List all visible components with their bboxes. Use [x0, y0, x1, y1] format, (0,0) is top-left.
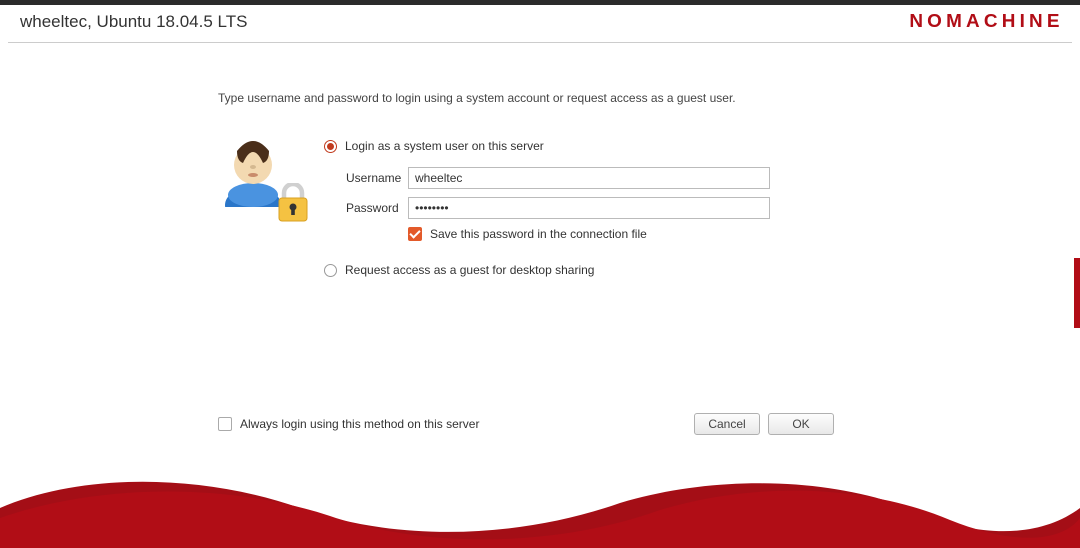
username-row: Username: [346, 167, 1080, 189]
lock-icon: [276, 183, 310, 223]
radio-system-user-label: Login as a system user on this server: [345, 139, 544, 153]
password-label: Password: [346, 201, 408, 215]
footer-wave: [0, 468, 1080, 548]
side-tab[interactable]: [1074, 258, 1080, 328]
always-login-label: Always login using this method on this s…: [240, 417, 479, 431]
always-login-row[interactable]: Always login using this method on this s…: [218, 417, 479, 431]
radio-guest-label: Request access as a guest for desktop sh…: [345, 263, 594, 277]
ok-button[interactable]: OK: [768, 413, 834, 435]
login-form: Login as a system user on this server Us…: [324, 137, 1080, 291]
save-password-row[interactable]: Save this password in the connection fil…: [408, 227, 1080, 241]
brand-logo: NOMACHINE: [909, 11, 1063, 32]
username-input[interactable]: [408, 167, 770, 189]
footer-row: Always login using this method on this s…: [218, 413, 834, 435]
radio-guest[interactable]: [324, 264, 337, 277]
password-input[interactable]: [408, 197, 770, 219]
radio-system-user[interactable]: [324, 140, 337, 153]
page-title: wheeltec, Ubuntu 18.04.5 LTS: [20, 12, 247, 32]
cancel-button[interactable]: Cancel: [694, 413, 760, 435]
dialog-buttons: Cancel OK: [694, 413, 834, 435]
save-password-label: Save this password in the connection fil…: [430, 227, 647, 241]
always-login-checkbox[interactable]: [218, 417, 232, 431]
username-label: Username: [346, 171, 408, 185]
header: wheeltec, Ubuntu 18.04.5 LTS NOMACHINE: [8, 5, 1072, 43]
save-password-checkbox[interactable]: [408, 227, 422, 241]
main-content: Type username and password to login usin…: [0, 43, 1080, 435]
login-area: Login as a system user on this server Us…: [218, 137, 1080, 291]
password-row: Password: [346, 197, 1080, 219]
radio-guest-row[interactable]: Request access as a guest for desktop sh…: [324, 263, 1080, 277]
instruction-text: Type username and password to login usin…: [218, 91, 1080, 105]
radio-system-user-row[interactable]: Login as a system user on this server: [324, 139, 1080, 153]
avatar: [218, 137, 298, 217]
